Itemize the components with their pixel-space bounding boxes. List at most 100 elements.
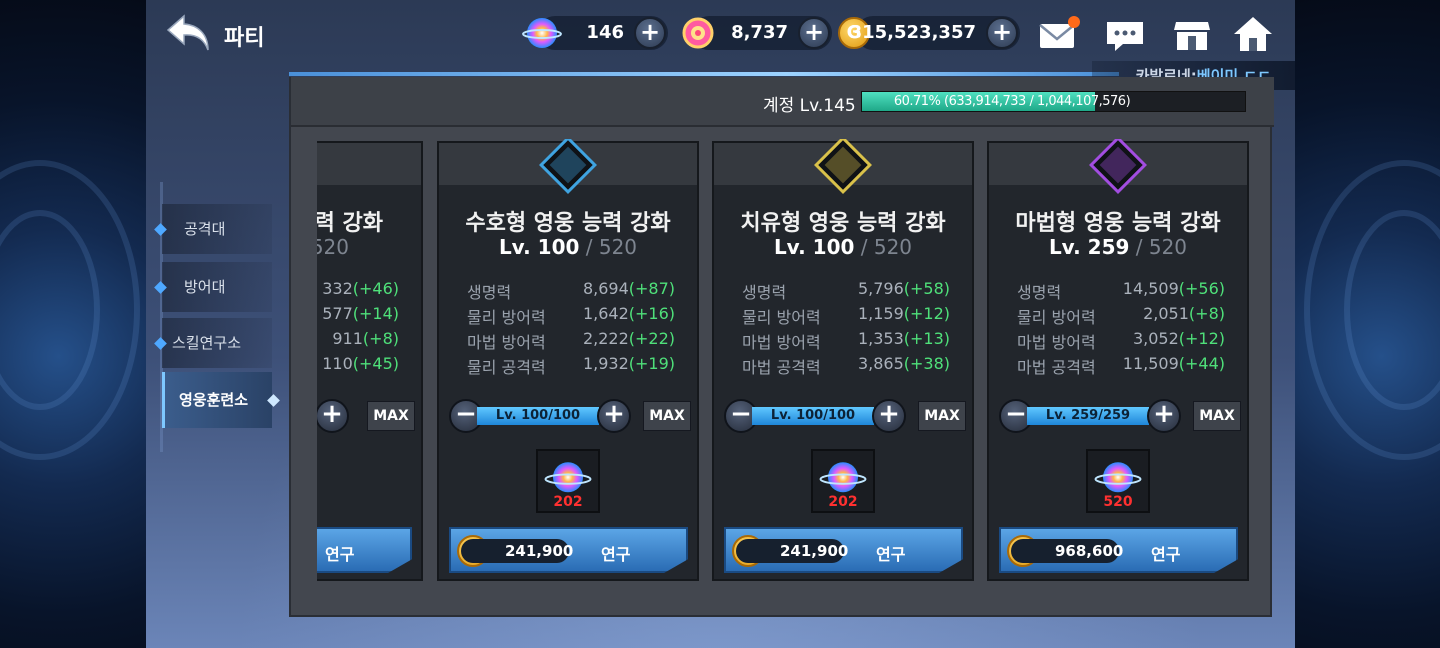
diamond-bullet-icon bbox=[267, 394, 280, 407]
material-count: 202 bbox=[553, 494, 583, 510]
stat-value: 3,865(+38) bbox=[857, 354, 950, 373]
diamond-bullet-icon bbox=[154, 337, 167, 350]
card-level: Lv. 100 / 520 bbox=[439, 235, 697, 259]
research-cost: 241,900 bbox=[736, 539, 848, 563]
sidemenu-item-raid[interactable]: 공격대 bbox=[154, 204, 272, 254]
back-arrow-icon[interactable] bbox=[164, 12, 214, 56]
stat-name: 마법 공격력 bbox=[1017, 358, 1096, 377]
crystal-currency: 146 + bbox=[522, 16, 668, 50]
stat-row: 물리 방어력 2,051(+8) bbox=[1017, 304, 1225, 329]
stat-increase: (+44) bbox=[1178, 354, 1225, 373]
level-plus-button[interactable]: + bbox=[597, 399, 631, 433]
stat-name: 생명력 bbox=[467, 283, 512, 302]
ability-card-list[interactable]: 력 강화 520 332(+46) 577(+14) 911(+8) 110(+… bbox=[317, 139, 1257, 585]
stat-name: 마법 방어력 bbox=[742, 333, 821, 352]
research-label: 연구 bbox=[876, 545, 906, 564]
stat-value: 1,642(+16) bbox=[582, 304, 675, 323]
shop-icon[interactable] bbox=[1170, 14, 1214, 54]
sidemenu-item-skill-lab[interactable]: 스킬연구소 bbox=[154, 318, 272, 368]
page-title: 파티 bbox=[224, 26, 265, 51]
crystal-count: 146 bbox=[586, 22, 624, 43]
research-label: 연구 bbox=[601, 545, 631, 564]
max-button[interactable]: MAX bbox=[367, 401, 415, 431]
gem-currency: 8,737 + bbox=[682, 16, 832, 50]
level-slider-label: Lv. 259/259 bbox=[1045, 408, 1131, 423]
research-button[interactable]: G 241,900 연구 bbox=[724, 527, 963, 573]
card-header bbox=[317, 143, 421, 185]
max-button[interactable]: MAX bbox=[643, 401, 691, 431]
stat-increase: (+22) bbox=[628, 329, 675, 348]
stat-name: 마법 방어력 bbox=[467, 333, 546, 352]
material-slot[interactable]: 202 bbox=[536, 449, 600, 513]
sidemenu-label: 방어대 bbox=[184, 278, 226, 296]
sidemenu-item-defense[interactable]: 방어대 bbox=[154, 262, 272, 312]
stat-row: 생명력 5,796(+58) bbox=[742, 279, 950, 304]
side-menu: 공격대 방어대 스킬연구소 영웅훈련소 bbox=[154, 182, 280, 452]
material-slot[interactable]: 202 bbox=[811, 449, 875, 513]
mail-icon[interactable] bbox=[1036, 14, 1080, 54]
card-current-level: Lv. 259 bbox=[1048, 235, 1130, 259]
material-slot[interactable]: 520 bbox=[1086, 449, 1150, 513]
card-title: 마법형 영웅 능력 강화 bbox=[1015, 211, 1221, 236]
level-control: + MAX bbox=[317, 399, 415, 433]
card-title: 력 강화 bbox=[317, 211, 383, 236]
max-button[interactable]: MAX bbox=[918, 401, 966, 431]
level-plus-button[interactable]: + bbox=[1147, 399, 1181, 433]
max-button[interactable]: MAX bbox=[1193, 401, 1241, 431]
research-button[interactable]: G 968,600 연구 bbox=[999, 527, 1238, 573]
game-screen: 파티 146 + 8,737 + G 315,523,357 + 카발로네:베이… bbox=[146, 0, 1295, 648]
stat-row: 물리 방어력 1,642(+16) bbox=[467, 304, 675, 329]
card-title: 수호형 영웅 능력 강화 bbox=[465, 211, 671, 236]
crystal-icon bbox=[522, 18, 562, 48]
add-gold-button[interactable]: + bbox=[986, 17, 1018, 49]
sidemenu-item-hero-training[interactable]: 영웅훈련소 bbox=[162, 372, 280, 428]
card-stats: 332(+46) 577(+14) 911(+8) 110(+45) bbox=[322, 279, 399, 373]
stat-name: 물리 공격력 bbox=[467, 358, 546, 377]
stat-increase: (+8) bbox=[1188, 304, 1225, 323]
stat-increase: (+16) bbox=[628, 304, 675, 323]
home-icon[interactable] bbox=[1231, 14, 1275, 54]
ability-card-1: 수호형 영웅 능력 강화 Lv. 100 / 520 생명력 8,694(+87)… bbox=[437, 139, 699, 581]
stat-name: 물리 방어력 bbox=[1017, 308, 1096, 327]
card-max-level: / 520 bbox=[860, 235, 913, 259]
stat-increase: (+12) bbox=[903, 304, 950, 323]
level-slider-label: Lv. 100/100 bbox=[770, 408, 856, 423]
stat-increase: (+13) bbox=[903, 329, 950, 348]
stat-row: 마법 방어력 1,353(+13) bbox=[742, 329, 950, 354]
stat-value: 2,222(+22) bbox=[582, 329, 675, 348]
stat-row: 생명력 8,694(+87) bbox=[467, 279, 675, 304]
stat-row: 생명력 14,509(+56) bbox=[1017, 279, 1225, 304]
level-slider[interactable]: Lv. 100/100 bbox=[752, 407, 874, 425]
chat-icon[interactable] bbox=[1103, 14, 1147, 54]
header-divider bbox=[289, 72, 1119, 76]
level-plus-button[interactable]: + bbox=[872, 399, 906, 433]
stat-name: 생명력 bbox=[742, 283, 787, 302]
stat-name: 물리 방어력 bbox=[742, 308, 821, 327]
level-control: − Lv. 259/259 + MAX bbox=[999, 399, 1241, 433]
level-plus-button[interactable]: + bbox=[317, 399, 349, 433]
add-crystal-button[interactable]: + bbox=[634, 17, 666, 49]
card-stats: 생명력 5,796(+58) 물리 방어력 1,159(+12) 마법 방어력 1,353… bbox=[742, 279, 950, 379]
level-control: − Lv. 100/100 + MAX bbox=[449, 399, 691, 433]
stat-value: 1,159(+12) bbox=[857, 304, 950, 323]
level-slider[interactable]: Lv. 100/100 bbox=[477, 407, 599, 425]
add-gem-button[interactable]: + bbox=[798, 17, 830, 49]
stat-increase: (+58) bbox=[903, 279, 950, 298]
ability-card-partial: 력 강화 520 332(+46) 577(+14) 911(+8) 110(+… bbox=[317, 141, 423, 581]
exp-bar: 60.71% (633,914,733 / 1,044,107,576) bbox=[861, 91, 1246, 112]
level-slider-label: Lv. 100/100 bbox=[495, 408, 581, 423]
stat-increase: (+12) bbox=[1178, 329, 1225, 348]
stat-value: 2,051(+8) bbox=[1143, 304, 1225, 323]
card-current-level: Lv. 100 bbox=[498, 235, 580, 259]
diamond-bullet-icon bbox=[154, 223, 167, 236]
research-cost: 241,900 bbox=[461, 539, 573, 563]
level-slider[interactable]: Lv. 259/259 bbox=[1027, 407, 1149, 425]
material-count: 202 bbox=[828, 494, 858, 510]
right-background-decoration bbox=[1294, 0, 1440, 648]
stat-name: 마법 방어력 bbox=[1017, 333, 1096, 352]
card-level: Lv. 259 / 520 bbox=[989, 235, 1247, 259]
research-button[interactable]: 연구 bbox=[317, 527, 412, 573]
stat-row: 물리 방어력 1,159(+12) bbox=[742, 304, 950, 329]
research-label: 연구 bbox=[325, 545, 355, 564]
research-button[interactable]: G 241,900 연구 bbox=[449, 527, 688, 573]
